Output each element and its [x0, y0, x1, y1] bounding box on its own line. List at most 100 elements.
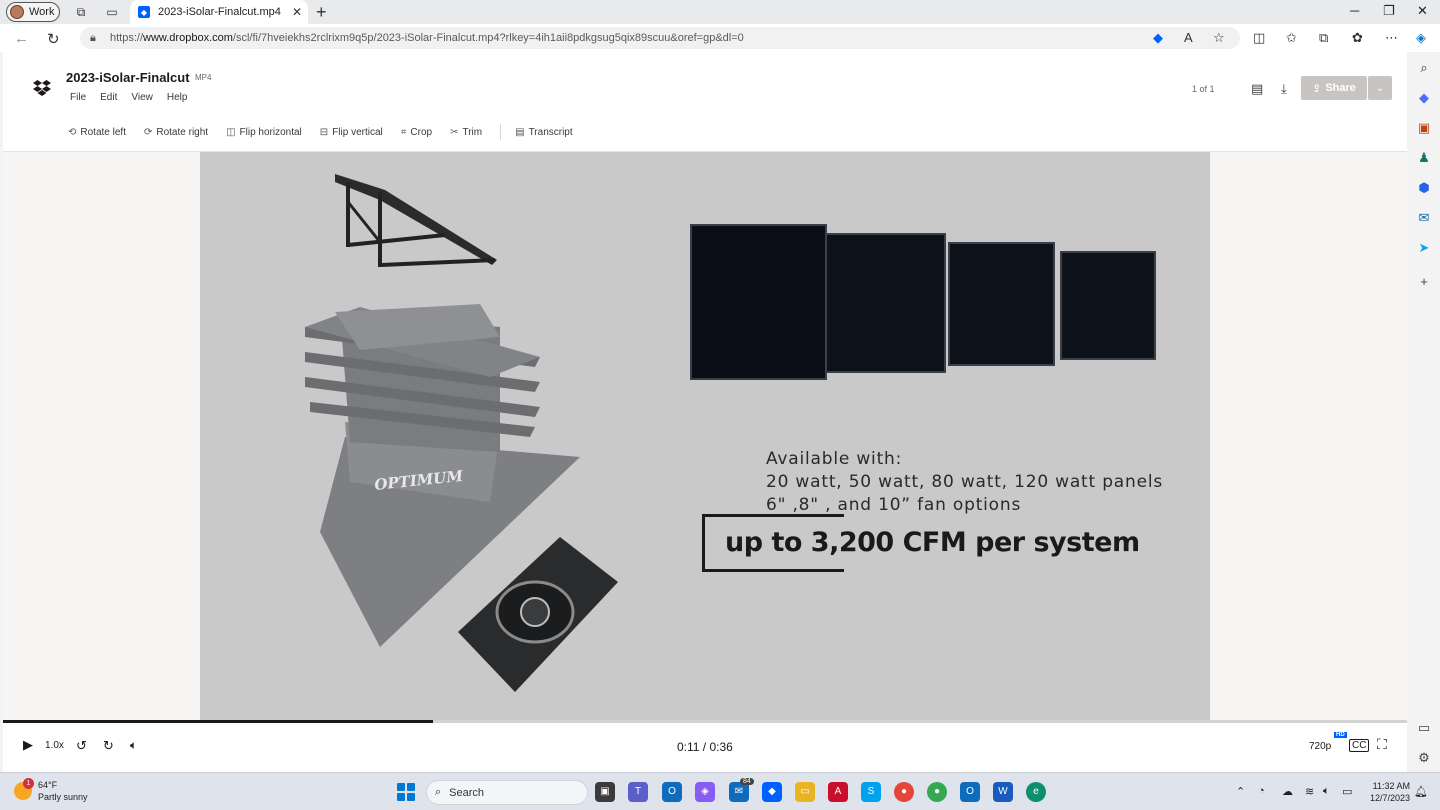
start-button[interactable] — [397, 783, 415, 801]
outlook-new-icon[interactable]: O — [960, 782, 980, 802]
tools-icon[interactable]: ▣ — [1416, 120, 1432, 136]
rotate-left-button[interactable]: ⟲ Rotate left — [68, 127, 126, 138]
crop-label: Crop — [410, 126, 433, 138]
fullscreen-icon[interactable]: ⛶ — [1377, 736, 1387, 753]
sidebar-toggle-icon[interactable]: ▭ — [1416, 720, 1432, 736]
progress-fill — [3, 720, 433, 723]
forward-10-icon[interactable]: ↻ — [103, 738, 114, 754]
weather-alert-badge: 1 — [23, 778, 34, 789]
favorites-icon[interactable]: ✩ — [1286, 30, 1297, 46]
tab-actions-icon[interactable]: ▭ — [105, 5, 119, 19]
games-icon[interactable]: ♟ — [1416, 150, 1432, 166]
speed-button[interactable]: 1.0x — [45, 740, 64, 751]
dropbox-taskbar-icon[interactable]: ◆ — [762, 782, 782, 802]
browser-sidebar: ⌕ ◆ ▣ ♟ ⬢ ✉ ➤ + ▭ ⚙ — [1408, 52, 1440, 772]
transcript-icon: ▤ — [515, 126, 525, 138]
read-aloud-icon[interactable]: A — [1184, 30, 1193, 45]
weather-desc: Partly sunny — [38, 792, 88, 802]
chrome-profile-icon[interactable]: ● — [927, 782, 947, 802]
drop-icon[interactable]: ➤ — [1416, 240, 1432, 256]
split-screen-icon[interactable]: ◫ — [1253, 30, 1265, 46]
tray-chevron-icon[interactable]: ⌃ — [1236, 785, 1245, 798]
search-icon[interactable]: ⌕ — [1416, 60, 1432, 76]
trim-button[interactable]: ✂ Trim — [450, 127, 482, 138]
taskbar-search[interactable]: ⌕ Search — [426, 780, 588, 805]
progress-bar[interactable] — [3, 720, 1407, 723]
close-window-button[interactable]: ✕ — [1417, 3, 1428, 19]
profile-button[interactable]: Work — [6, 2, 60, 22]
file-explorer-icon[interactable]: ▭ — [795, 782, 815, 802]
flip-horizontal-button[interactable]: ◫ Flip horizontal — [226, 127, 302, 138]
chrome-icon[interactable]: ● — [894, 782, 914, 802]
new-tab-button[interactable]: + — [316, 2, 327, 23]
extensions-icon[interactable]: ✿ — [1352, 30, 1363, 46]
speaker-icon[interactable]: 🔈︎ — [1323, 785, 1330, 798]
task-view-icon[interactable]: ▣ — [595, 782, 615, 802]
menu-help[interactable]: Help — [167, 92, 188, 103]
tray-app-icon[interactable]: ◔ — [1258, 785, 1265, 797]
play-icon[interactable]: ▶ — [23, 737, 33, 753]
onedrive-icon[interactable]: ☁ — [1282, 785, 1293, 798]
microsoft365-icon[interactable]: ⬢ — [1416, 180, 1432, 196]
chevron-down-icon: ⌄ — [1375, 82, 1385, 94]
share-button[interactable]: ⇪ Share — [1301, 76, 1367, 100]
page-count: 1 of 1 — [1192, 84, 1215, 94]
back-icon[interactable]: ← — [14, 30, 29, 47]
wifi-icon[interactable]: ≋ — [1305, 785, 1314, 798]
workspaces-icon[interactable]: ⧉ — [74, 5, 88, 19]
video-frame[interactable]: OPTIMUM Available with: 20 watt, 50 watt… — [200, 152, 1210, 720]
cfm-headline: up to 3,200 CFM per system — [725, 527, 1140, 558]
skype-icon[interactable]: S — [861, 782, 881, 802]
comment-icon[interactable]: ▤ — [1251, 81, 1263, 97]
shopping-icon[interactable]: ◆ — [1416, 90, 1432, 106]
settings-gear-icon[interactable]: ⚙ — [1416, 750, 1432, 766]
notifications-bell-icon[interactable]: 🔔︎ — [1414, 785, 1428, 798]
maximize-button[interactable]: ❐ — [1383, 3, 1395, 19]
more-menu-icon[interactable]: ⋯ — [1385, 30, 1398, 46]
copilot-taskbar-icon[interactable]: ◈ — [695, 782, 715, 802]
menu-file[interactable]: File — [70, 92, 86, 103]
transcript-button[interactable]: ▤ Transcript — [515, 127, 573, 138]
mail-icon[interactable]: ✉ — [729, 782, 749, 802]
crop-button[interactable]: ⌗ Crop — [401, 127, 432, 138]
teams-icon[interactable]: T — [628, 782, 648, 802]
download-icon[interactable]: ⤓ — [1281, 81, 1287, 97]
menu-bar: File Edit View Help — [70, 92, 187, 103]
taskbar: 1 64°F Partly sunny ⌕ Search ▣ T O ◈ ✉ 8… — [0, 772, 1440, 810]
share-icon: ⇪ — [1312, 82, 1322, 95]
close-tab-icon[interactable]: ✕ — [292, 5, 302, 19]
weather-sun-icon: 1 — [14, 778, 34, 800]
battery-icon[interactable]: ▭ — [1342, 785, 1352, 798]
quality-button[interactable]: 720p — [1309, 741, 1331, 752]
tab-active[interactable]: ◆ 2023-iSolar-Finalcut.mp4 ✕ — [130, 0, 308, 24]
share-options-button[interactable]: ⌄ — [1368, 76, 1392, 100]
weather-widget[interactable]: 1 64°F Partly sunny — [14, 778, 88, 803]
dropbox-logo-icon[interactable] — [33, 80, 51, 96]
favorite-star-icon[interactable]: ☆ — [1213, 30, 1225, 46]
trim-label: Trim — [462, 126, 483, 138]
volume-icon[interactable]: 🔈︎ — [130, 738, 137, 753]
video-stage: OPTIMUM Available with: 20 watt, 50 watt… — [3, 152, 1407, 720]
captions-icon[interactable]: CC — [1349, 739, 1370, 752]
flip-vertical-button[interactable]: ⊟ Flip vertical — [320, 127, 383, 138]
minimize-button[interactable]: ─ — [1350, 3, 1359, 18]
taskbar-clock[interactable]: 11:32 AM 12/7/2023 — [1362, 780, 1410, 804]
outlook-icon[interactable]: ✉ — [1416, 210, 1432, 226]
edge-icon[interactable]: e — [1026, 782, 1046, 802]
collections-icon[interactable]: ⧉ — [1319, 30, 1328, 46]
acrobat-icon[interactable]: A — [828, 782, 848, 802]
profile-label: Work — [29, 6, 55, 18]
rotate-right-button[interactable]: ⟳ Rotate right — [144, 127, 208, 138]
menu-edit[interactable]: Edit — [100, 92, 117, 103]
copilot-icon[interactable]: ◈ — [1416, 30, 1426, 46]
profile-avatar — [10, 5, 24, 19]
add-sidebar-app-icon[interactable]: + — [1416, 274, 1432, 290]
menu-view[interactable]: View — [131, 92, 153, 103]
shopping-tag-icon[interactable]: ◆ — [1153, 30, 1163, 46]
crop-icon: ⌗ — [400, 126, 407, 138]
url-field[interactable]: 🔒︎ https://www.dropbox.com/scl/fi/7hveie… — [80, 27, 1240, 49]
outlook-taskbar-icon[interactable]: O — [662, 782, 682, 802]
rewind-10-icon[interactable]: ↺ — [76, 738, 87, 754]
word-icon[interactable]: W — [993, 782, 1013, 802]
refresh-icon[interactable]: ↻ — [47, 30, 60, 48]
